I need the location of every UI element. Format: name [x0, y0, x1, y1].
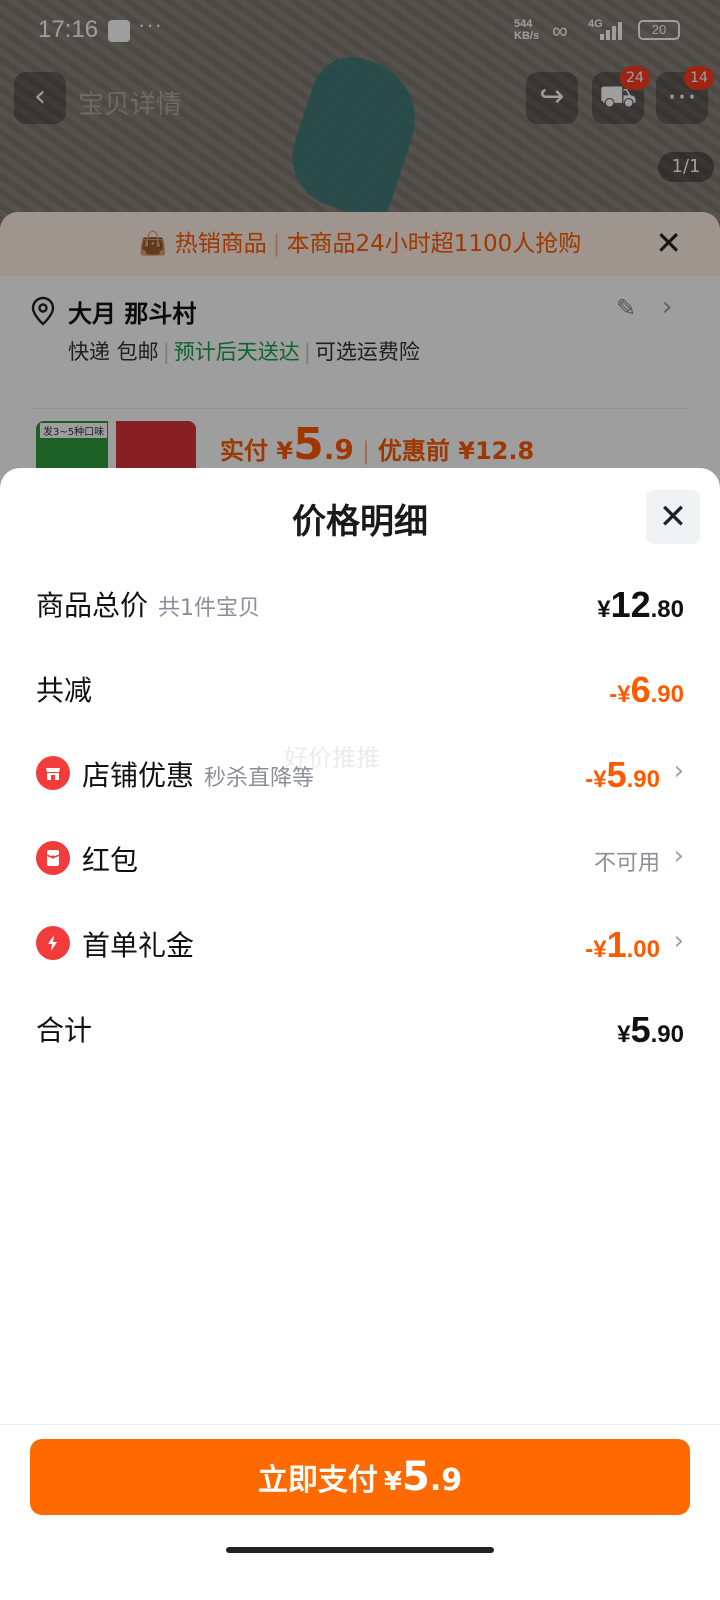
item-total-value: ¥12.80 [597, 584, 684, 626]
value-int: 6 [630, 669, 651, 710]
value-dec: .90 [650, 1021, 684, 1048]
close-button[interactable]: ✕ [646, 490, 700, 544]
shop-discount-value: -¥5.90 [585, 754, 660, 796]
home-indicator[interactable] [226, 1547, 494, 1553]
item-total-label: 商品总价 [36, 589, 149, 622]
shop-discount-sub: 秒杀直降等 [204, 766, 315, 791]
currency-symbol: -¥ [585, 766, 607, 793]
shop-discount-label: 店铺优惠 [82, 759, 195, 792]
row-shop-discount[interactable]: 店铺优惠 秒杀直降等 -¥5.90 › [36, 748, 684, 798]
currency-symbol: ¥ [597, 596, 611, 623]
pay-button-dec: .9 [429, 1463, 463, 1498]
row-label: 店铺优惠 秒杀直降等 [82, 754, 314, 794]
chevron-right-icon: › [673, 926, 684, 956]
pay-bar: 立即支付 ¥5.9 [0, 1424, 720, 1600]
pay-button-int: 5 [401, 1454, 430, 1500]
row-first-order-gift[interactable]: 首单礼金 -¥1.00 › [36, 918, 684, 968]
row-label: 商品总价 共1件宝贝 [36, 584, 260, 624]
value-int: 5 [606, 754, 627, 795]
row-total-discount: 共减 -¥6.90 [36, 663, 684, 713]
red-packet-status: 不可用 [593, 851, 660, 876]
close-icon: ✕ [658, 497, 688, 537]
first-order-label: 首单礼金 [82, 929, 195, 962]
value-dec: .80 [650, 596, 684, 623]
currency-symbol: -¥ [609, 681, 631, 708]
pay-button-label: 立即支付 [257, 1463, 378, 1498]
lightning-icon [36, 926, 70, 960]
row-item-total: 商品总价 共1件宝贝 ¥12.80 [36, 578, 684, 628]
row-sum: 合计 ¥5.90 [36, 1003, 684, 1053]
red-packet-label: 红包 [82, 844, 139, 877]
value-dec: .00 [626, 936, 660, 963]
value-int: 5 [630, 1009, 651, 1050]
sum-value: ¥5.90 [617, 1009, 684, 1051]
currency-symbol: -¥ [585, 936, 607, 963]
currency-symbol: ¥ [617, 1021, 631, 1048]
total-discount-label: 共减 [36, 674, 93, 707]
chevron-right-icon: › [673, 841, 684, 871]
sum-label: 合计 [36, 1014, 93, 1047]
red-packet-icon [36, 841, 70, 875]
item-count: 共1件宝贝 [158, 596, 261, 621]
total-discount-value: -¥6.90 [609, 669, 684, 711]
shop-icon [36, 756, 70, 790]
value-dec: .90 [626, 766, 660, 793]
sheet-title: 价格明细 [292, 502, 428, 542]
value-dec: .90 [650, 681, 684, 708]
value-int: 1 [606, 924, 627, 965]
chevron-right-icon: › [673, 756, 684, 786]
first-order-value: -¥1.00 [585, 924, 660, 966]
row-red-packet[interactable]: 红包 不可用 › [36, 833, 684, 883]
pay-now-button[interactable]: 立即支付 ¥5.9 [30, 1439, 690, 1515]
value-int: 12 [610, 584, 651, 625]
pay-button-symbol: ¥ [383, 1467, 402, 1497]
